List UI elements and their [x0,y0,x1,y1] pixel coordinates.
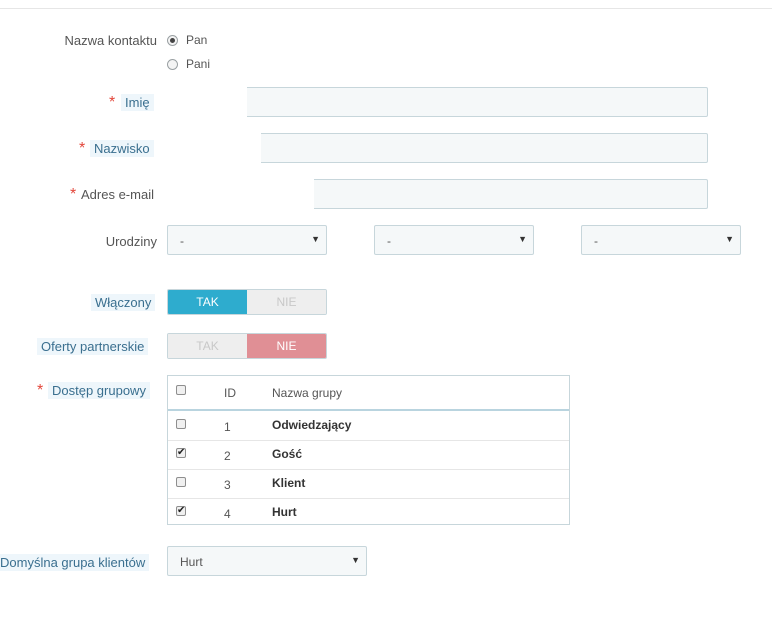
radio-pani-label: Pani [186,57,211,71]
partner-offers-switch[interactable]: TAK NIE [167,333,327,359]
table-row: 3 Klient [168,469,569,499]
enabled-switch[interactable]: TAK NIE [167,289,327,315]
group-name: Odwiedzający [272,418,352,432]
group-checkbox[interactable]: ✔ [176,506,186,516]
default-group-select[interactable]: Hurt ▼ [167,546,367,576]
enabled-label: Włączony [91,294,156,311]
table-row: ✔ 4 Hurt [168,498,569,527]
select-value: - [387,234,391,248]
group-id: 2 [224,449,231,463]
top-divider [0,8,772,9]
radio-pani-indicator[interactable] [167,58,178,70]
group-access-table: ID Nazwa grupy 1 Odwiedzający ✔ 2 Gość 3… [167,375,570,525]
required-marker: * [79,140,86,157]
group-name: Gość [272,447,303,461]
partner-offers-yes-option[interactable]: TAK [168,334,247,358]
redaction-mask [163,86,247,118]
group-id: 4 [224,507,231,521]
required-marker: * [109,94,116,111]
partner-offers-label: Oferty partnerskie [37,338,149,355]
redaction-mask [163,166,314,214]
birthday-label: Urodziny [105,234,157,249]
required-marker: * [70,186,77,203]
check-icon: ✔ [177,505,186,516]
last-name-label: Nazwisko [90,140,154,157]
check-icon: ✔ [177,447,186,458]
radio-pan[interactable]: Pan [167,33,207,47]
caret-down-icon: ▼ [518,234,527,244]
email-label: Adres e-mail [81,187,154,202]
column-header-id: ID [224,386,236,400]
group-access-label: Dostęp grupowy [48,382,150,399]
birthday-day-select[interactable]: - ▼ [167,225,327,255]
enabled-yes-option[interactable]: TAK [168,290,247,314]
select-value: - [594,234,598,248]
group-name: Klient [272,476,306,490]
default-group-label: Domyślna grupa klientów [0,554,150,571]
table-row: ✔ 2 Gość [168,440,569,470]
table-row: 1 Odwiedzający [168,411,569,441]
table-header: ID Nazwa grupy [168,376,569,411]
select-value: Hurt [180,555,203,569]
required-marker: * [37,382,44,399]
caret-down-icon: ▼ [311,234,320,244]
contact-name-label: Nazwa kontaktu [64,33,158,48]
caret-down-icon: ▼ [725,234,734,244]
group-name: Hurt [272,505,297,519]
column-header-group-name: Nazwa grupy [272,386,343,400]
group-checkbox[interactable] [176,477,186,487]
group-id: 3 [224,478,231,492]
birthday-year-select[interactable]: - ▼ [581,225,741,255]
select-value: - [180,234,184,248]
group-checkbox[interactable]: ✔ [176,448,186,458]
caret-down-icon: ▼ [351,555,360,565]
select-all-checkbox[interactable] [176,385,186,395]
radio-pan-label: Pan [186,33,208,47]
first-name-input[interactable] [167,87,708,117]
enabled-no-option[interactable]: NIE [247,290,326,314]
redaction-mask [163,118,261,166]
partner-offers-no-option[interactable]: NIE [247,334,326,358]
group-checkbox[interactable] [176,419,186,429]
radio-pani[interactable]: Pani [167,57,210,71]
birthday-month-select[interactable]: - ▼ [374,225,534,255]
radio-pan-indicator[interactable] [167,34,178,46]
first-name-label: Imię [121,94,154,111]
group-id: 1 [224,420,231,434]
